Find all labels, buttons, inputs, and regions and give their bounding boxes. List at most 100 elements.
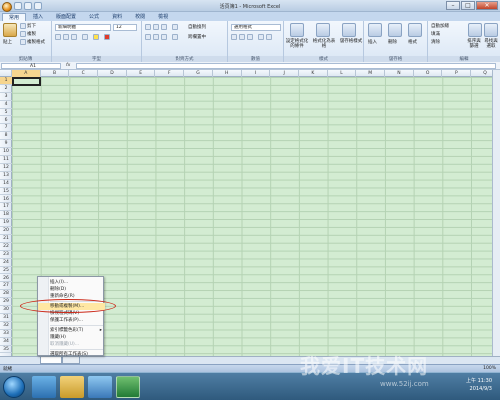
- formula-input[interactable]: [76, 63, 496, 69]
- cell-styles-label[interactable]: 儲存格樣式: [338, 39, 364, 44]
- sort-filter-label[interactable]: 排序與篩選: [466, 39, 482, 49]
- tab-view[interactable]: 檢視: [152, 13, 174, 21]
- excel-taskbar-icon[interactable]: [116, 376, 140, 398]
- column-header[interactable]: A: [12, 70, 41, 77]
- row-header[interactable]: 15: [0, 188, 12, 196]
- row-header[interactable]: 1: [0, 77, 12, 85]
- menu-item[interactable]: 選取所有工作表(S): [38, 351, 105, 358]
- column-header[interactable]: H: [213, 70, 242, 77]
- column-header[interactable]: D: [98, 70, 127, 77]
- row-header[interactable]: 31: [0, 314, 12, 322]
- format-painter-label[interactable]: 複製格式: [27, 39, 45, 45]
- menu-item[interactable]: 索引標籤色彩(T) ▸: [38, 327, 105, 334]
- cut-label[interactable]: 剪下: [27, 23, 36, 29]
- number-format-select[interactable]: 通用格式: [231, 24, 281, 31]
- column-header[interactable]: C: [69, 70, 99, 77]
- tab-review[interactable]: 校閱: [129, 13, 151, 21]
- decrease-decimal-icon[interactable]: [266, 34, 272, 40]
- sheet-tab[interactable]: [62, 357, 80, 364]
- percent-icon[interactable]: [239, 34, 245, 40]
- currency-icon[interactable]: [231, 34, 237, 40]
- ie-icon[interactable]: [32, 376, 56, 398]
- paste-icon[interactable]: [3, 23, 17, 37]
- autosum-button[interactable]: 自動加總: [431, 23, 449, 29]
- row-header[interactable]: 34: [0, 338, 12, 346]
- insert-cells-label[interactable]: 插入: [368, 39, 377, 45]
- column-header[interactable]: B: [41, 70, 70, 77]
- column-header[interactable]: O: [414, 70, 443, 77]
- cell-styles-icon[interactable]: [342, 23, 356, 37]
- cut-icon[interactable]: [20, 23, 26, 29]
- start-button-icon[interactable]: [3, 376, 25, 398]
- font-name-select[interactable]: 新細明體: [55, 24, 111, 31]
- tab-formulas[interactable]: 公式: [83, 13, 105, 21]
- row-header[interactable]: 29: [0, 298, 12, 307]
- select-all-corner[interactable]: [0, 70, 12, 77]
- menu-item[interactable]: 保護工作表(P)...: [38, 317, 105, 324]
- bold-icon[interactable]: [55, 34, 61, 40]
- row-header[interactable]: 23: [0, 251, 12, 259]
- row-header[interactable]: 8: [0, 132, 12, 141]
- align-top-icon[interactable]: [145, 24, 151, 30]
- format-table-label[interactable]: 格式化為表格: [311, 39, 337, 49]
- font-size-select[interactable]: 12: [113, 24, 137, 31]
- column-header[interactable]: I: [242, 70, 271, 77]
- name-box[interactable]: A1: [1, 63, 61, 69]
- copy-label[interactable]: 複製: [27, 31, 36, 37]
- align-center-icon[interactable]: [153, 34, 159, 40]
- format-cells-icon[interactable]: [408, 23, 422, 37]
- sheet-tab[interactable]: [40, 357, 62, 364]
- row-header[interactable]: 2: [0, 85, 12, 93]
- vertical-scrollbar[interactable]: [492, 70, 500, 356]
- align-bottom-icon[interactable]: [161, 24, 167, 30]
- row-header[interactable]: 17: [0, 203, 12, 212]
- italic-icon[interactable]: [63, 34, 69, 40]
- row-header[interactable]: 33: [0, 330, 12, 338]
- format-cells-label[interactable]: 格式: [408, 39, 417, 45]
- row-header[interactable]: 21: [0, 235, 12, 243]
- menu-item[interactable]: 隱藏(H): [38, 334, 105, 341]
- align-left-icon[interactable]: [145, 34, 151, 40]
- zoom-level[interactable]: 100%: [483, 366, 496, 371]
- format-painter-icon[interactable]: [20, 39, 26, 45]
- column-header[interactable]: L: [328, 70, 357, 77]
- conditional-format-icon[interactable]: [290, 23, 304, 37]
- row-header[interactable]: 27: [0, 282, 12, 291]
- column-header[interactable]: K: [299, 70, 328, 77]
- row-header[interactable]: 32: [0, 322, 12, 330]
- column-header[interactable]: F: [156, 70, 185, 77]
- find-select-icon[interactable]: [484, 23, 498, 37]
- row-header[interactable]: 20: [0, 227, 12, 235]
- row-header[interactable]: 30: [0, 306, 12, 314]
- sort-filter-icon[interactable]: [468, 23, 482, 37]
- row-header[interactable]: 4: [0, 101, 12, 109]
- explorer-icon[interactable]: [60, 376, 84, 398]
- comma-icon[interactable]: [247, 34, 253, 40]
- column-header[interactable]: N: [385, 70, 414, 77]
- column-header[interactable]: M: [356, 70, 386, 77]
- row-header[interactable]: 28: [0, 290, 12, 299]
- copy-icon[interactable]: [20, 31, 26, 37]
- tab-home[interactable]: 常用: [2, 13, 27, 21]
- row-header[interactable]: 35: [0, 346, 12, 354]
- row-header[interactable]: 13: [0, 172, 12, 180]
- column-header[interactable]: J: [270, 70, 299, 77]
- row-header[interactable]: 14: [0, 180, 12, 188]
- delete-cells-icon[interactable]: [388, 23, 402, 37]
- row-header[interactable]: 5: [0, 109, 12, 117]
- wrap-text-button[interactable]: 自動換列: [188, 24, 206, 30]
- tab-insert[interactable]: 插入: [27, 13, 49, 21]
- row-header[interactable]: 7: [0, 124, 12, 133]
- close-button[interactable]: ✕: [476, 1, 498, 10]
- row-header[interactable]: 18: [0, 211, 12, 220]
- merge-center-button[interactable]: 跨欄置中: [188, 34, 206, 40]
- orientation-icon[interactable]: [172, 24, 178, 30]
- align-middle-icon[interactable]: [153, 24, 159, 30]
- row-header[interactable]: 3: [0, 93, 12, 101]
- tab-page-layout[interactable]: 版面配置: [50, 13, 82, 21]
- fill-color-icon[interactable]: [93, 34, 99, 40]
- row-header[interactable]: 24: [0, 259, 12, 267]
- row-header[interactable]: 19: [0, 219, 12, 228]
- row-header[interactable]: 6: [0, 117, 12, 125]
- align-right-icon[interactable]: [161, 34, 167, 40]
